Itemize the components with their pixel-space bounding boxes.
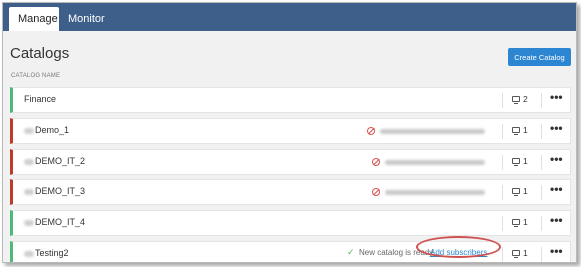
error-circle-icon: [367, 126, 375, 135]
redacted-prefix: [24, 189, 34, 196]
create-catalog-button[interactable]: Create Catalog: [508, 48, 571, 66]
more-options-icon[interactable]: •••: [550, 182, 563, 196]
redacted-status-text: [380, 128, 485, 134]
desktop-icon: [512, 126, 520, 135]
divider: [541, 93, 542, 108]
error-circle-icon: [372, 157, 380, 166]
desktop-icon: [512, 249, 520, 258]
tab-manage[interactable]: Manage: [9, 7, 59, 31]
divider: [502, 216, 503, 232]
desktop-icon: [512, 188, 520, 197]
column-header-catalog-name: CATALOG NAME: [11, 73, 61, 79]
redacted-prefix: [24, 127, 34, 134]
divider: [541, 216, 542, 232]
error-circle-icon: [372, 188, 380, 197]
divider: [502, 154, 503, 170]
check-icon: ✓: [347, 246, 355, 257]
tab-monitor[interactable]: Monitor: [59, 7, 113, 31]
machine-count: 1: [523, 186, 528, 197]
page-title: Catalogs: [10, 45, 70, 62]
catalog-name: Demo_1: [35, 124, 70, 135]
catalog-name: Testing2: [35, 247, 69, 258]
catalog-row-demo-1[interactable]: Demo_1 1 •••: [10, 117, 571, 144]
catalog-name: Finance: [24, 94, 57, 104]
desktop-icon: [512, 157, 520, 166]
machine-count: 1: [523, 155, 528, 166]
divider: [502, 185, 503, 201]
more-options-icon[interactable]: •••: [550, 152, 563, 166]
catalog-row-demo-it-4[interactable]: DEMO_IT_4 1 •••: [10, 210, 571, 237]
catalog-name: DEMO_IT_3: [35, 186, 86, 197]
redacted-prefix: [24, 250, 34, 257]
redacted-status-text: [385, 190, 485, 196]
catalog-row-demo-it-3[interactable]: DEMO_IT_3 1 •••: [10, 179, 571, 206]
machine-count: 2: [523, 94, 528, 104]
add-subscribers-link[interactable]: Add subscribers: [430, 248, 487, 257]
machine-count: 1: [523, 124, 528, 135]
catalog-name: DEMO_IT_4: [35, 217, 86, 228]
catalog-row-demo-it-2[interactable]: DEMO_IT_2 1 •••: [10, 148, 571, 175]
app-window: Manage Monitor Catalogs Create Catalog C…: [2, 2, 577, 263]
divider: [541, 154, 542, 170]
divider: [502, 93, 503, 108]
catalog-name: DEMO_IT_2: [35, 155, 86, 166]
catalog-row-finance[interactable]: Finance 2 •••: [10, 87, 571, 113]
divider: [541, 185, 542, 201]
redacted-status-text: [385, 159, 485, 165]
desktop-icon: [512, 96, 520, 104]
machine-count: 1: [523, 247, 528, 258]
more-options-icon[interactable]: •••: [550, 244, 563, 258]
desktop-icon: [512, 219, 520, 228]
more-options-icon[interactable]: •••: [550, 90, 563, 104]
status-text: New catalog is ready.: [359, 247, 435, 257]
divider: [541, 246, 542, 262]
redacted-prefix: [24, 158, 34, 165]
divider: [502, 246, 503, 262]
machine-count: 1: [523, 217, 528, 228]
top-nav-bar: Manage Monitor: [3, 3, 576, 31]
redacted-prefix: [24, 220, 34, 227]
catalog-list: Finance 2 ••• Demo_1 1 ••• DEMO_IT_2 1 •…: [10, 87, 571, 262]
divider: [541, 123, 542, 139]
divider: [502, 123, 503, 139]
catalog-row-testing2[interactable]: Testing2 ✓ New catalog is ready. Add sub…: [10, 240, 571, 262]
more-options-icon[interactable]: •••: [550, 213, 563, 227]
more-options-icon[interactable]: •••: [550, 121, 563, 135]
